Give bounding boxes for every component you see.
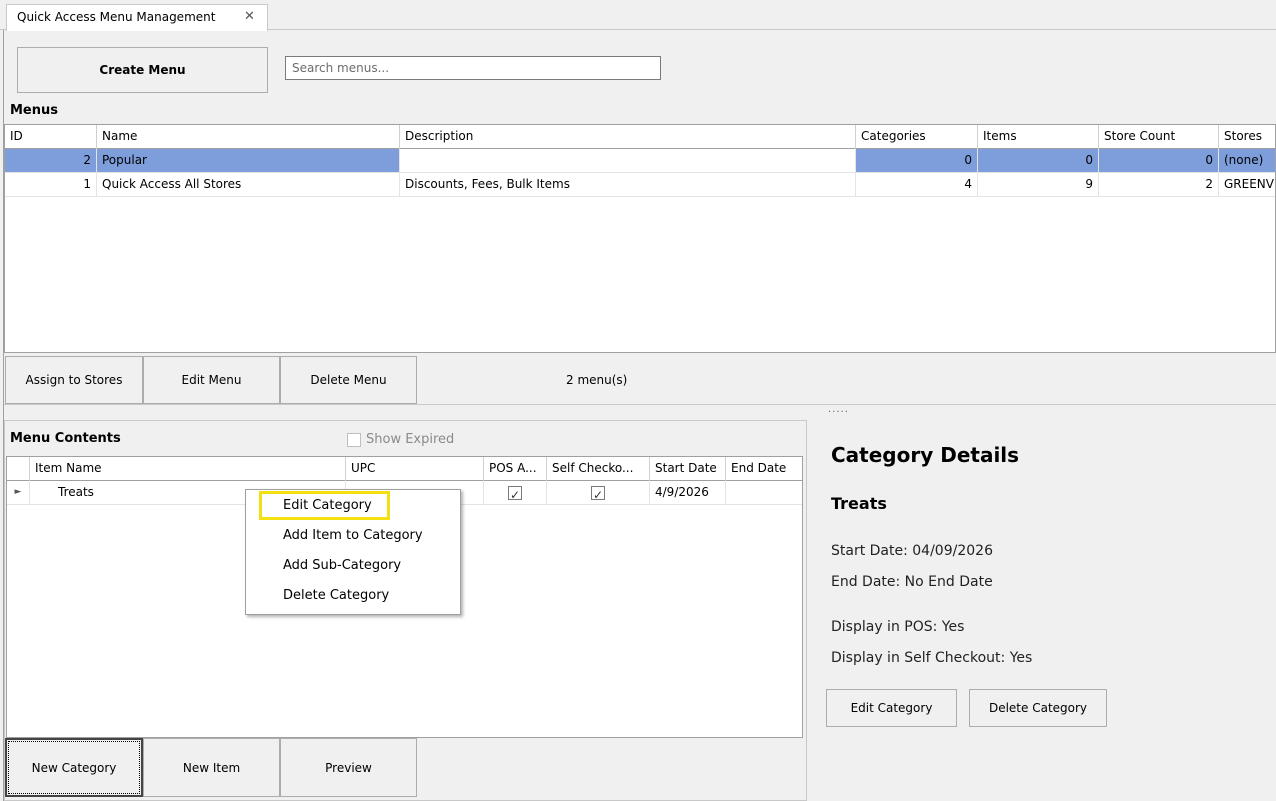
cell-name: Popular <box>97 149 400 172</box>
tab-close-icon[interactable]: ✕ <box>244 5 255 29</box>
splitter-grip[interactable]: ..... <box>828 404 849 415</box>
col-expander <box>7 457 30 481</box>
details-edit-category-button[interactable]: Edit Category <box>826 689 957 727</box>
col-categories[interactable]: Categories <box>856 125 978 149</box>
category-name: Treats <box>831 494 887 513</box>
category-details-panel <box>807 420 1276 801</box>
col-name[interactable]: Name <box>97 125 400 149</box>
cell-description <box>400 149 856 172</box>
col-items[interactable]: Items <box>978 125 1099 149</box>
tab-quick-access-menu-management[interactable]: Quick Access Menu Management ✕ <box>6 4 268 31</box>
cell-store-count: 0 <box>1099 149 1219 172</box>
self-checkout-checkbox[interactable] <box>591 484 605 504</box>
row-expander-icon[interactable]: ► <box>7 481 30 504</box>
edit-menu-button[interactable]: Edit Menu <box>143 356 280 404</box>
cell-description: Discounts, Fees, Bulk Items <box>400 173 856 196</box>
col-pos[interactable]: POS A... <box>484 457 547 481</box>
cell-stores: (none) <box>1219 149 1275 172</box>
menu-item-add-item-to-category[interactable]: Add Item to Category <box>283 524 423 548</box>
new-category-button[interactable]: New Category <box>5 738 143 797</box>
display-pos-text: Display in POS: Yes <box>831 619 965 635</box>
col-id[interactable]: ID <box>5 125 97 149</box>
col-end-date[interactable]: End Date <box>726 457 802 481</box>
col-stores[interactable]: Stores <box>1219 125 1275 149</box>
contents-header-row: Item Name UPC POS A... Self Checko... St… <box>7 457 802 481</box>
cell-categories: 0 <box>856 149 978 172</box>
create-menu-button[interactable]: Create Menu <box>17 47 268 93</box>
cell-id: 1 <box>5 173 97 196</box>
new-item-button[interactable]: New Item <box>143 738 280 797</box>
context-menu: Edit Category Add Item to Category Add S… <box>245 489 461 615</box>
end-date-text: End Date: No End Date <box>831 574 993 590</box>
menus-grid: ID Name Description Categories Items Sto… <box>4 124 1276 353</box>
table-row[interactable]: 1 Quick Access All Stores Discounts, Fee… <box>5 173 1275 197</box>
menu-count-label: 2 menu(s) <box>566 373 628 387</box>
menus-header-row: ID Name Description Categories Items Sto… <box>5 125 1275 149</box>
show-expired-checkbox[interactable]: Show Expired <box>347 432 454 447</box>
cell-stores: GREENV <box>1219 173 1275 196</box>
preview-button[interactable]: Preview <box>280 738 417 797</box>
cell-pos <box>484 481 547 504</box>
cell-id: 2 <box>5 149 97 172</box>
col-description[interactable]: Description <box>400 125 856 149</box>
search-input[interactable]: Search menus... <box>285 56 661 80</box>
assign-to-stores-button[interactable]: Assign to Stores <box>5 356 143 404</box>
show-expired-box[interactable] <box>347 432 361 447</box>
display-self-checkout-text: Display in Self Checkout: Yes <box>831 650 1033 666</box>
cell-items: 9 <box>978 173 1099 196</box>
table-row[interactable]: 2 Popular 0 0 0 (none) <box>5 149 1275 173</box>
cell-name: Quick Access All Stores <box>97 173 400 196</box>
cell-start-date: 4/9/2026 <box>650 481 726 504</box>
menu-item-edit-category[interactable]: Edit Category <box>283 494 372 518</box>
menu-item-delete-category[interactable]: Delete Category <box>283 584 389 608</box>
divider <box>4 404 1276 405</box>
cell-self-checkout <box>547 481 650 504</box>
category-details-title: Category Details <box>831 443 1020 467</box>
col-start-date[interactable]: Start Date <box>650 457 726 481</box>
cell-store-count: 2 <box>1099 173 1219 196</box>
cell-categories: 4 <box>856 173 978 196</box>
col-item-name[interactable]: Item Name <box>30 457 346 481</box>
cell-items: 0 <box>978 149 1099 172</box>
col-self-checkout[interactable]: Self Checko... <box>547 457 650 481</box>
pos-checkbox[interactable] <box>508 484 522 504</box>
delete-menu-button[interactable]: Delete Menu <box>280 356 417 404</box>
show-expired-label: Show Expired <box>366 432 455 447</box>
details-delete-category-button[interactable]: Delete Category <box>969 689 1107 727</box>
cell-end-date <box>726 481 802 504</box>
menus-heading: Menus <box>10 103 59 118</box>
menu-contents-heading: Menu Contents <box>10 431 121 446</box>
tab-title: Quick Access Menu Management <box>17 10 216 24</box>
col-upc[interactable]: UPC <box>346 457 484 481</box>
start-date-text: Start Date: 04/09/2026 <box>831 543 993 559</box>
menu-item-add-sub-category[interactable]: Add Sub-Category <box>283 554 401 578</box>
col-store-count[interactable]: Store Count <box>1099 125 1219 149</box>
